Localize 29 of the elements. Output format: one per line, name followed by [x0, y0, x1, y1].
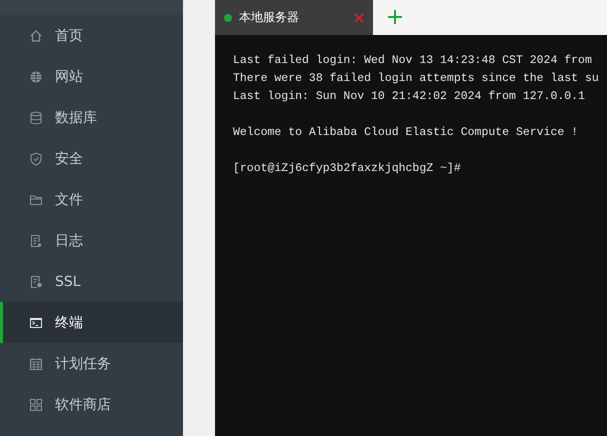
terminal-tab[interactable]: 本地服务器 [215, 0, 373, 35]
sidebar-item[interactable]: 日志 [0, 220, 183, 261]
terminal-line: Welcome to Alibaba Cloud Elastic Compute Service ! [233, 125, 578, 141]
folder-icon [29, 192, 43, 206]
sidebar-item[interactable]: 终端 [0, 302, 183, 343]
calendar-icon [29, 356, 43, 370]
home-icon [29, 28, 43, 42]
sidebar-item[interactable]: 数据库 [0, 97, 183, 138]
database-icon [29, 110, 43, 124]
document-icon [29, 234, 43, 248]
sidebar-item[interactable]: 首页 [0, 15, 183, 56]
sidebar-item[interactable]: 软件商店 [0, 384, 183, 425]
close-icon[interactable] [353, 12, 365, 24]
grid-icon [29, 398, 43, 412]
terminal-line: [root@iZj6cfyp3b2faxzkjqhcbgZ ~]# [233, 161, 461, 177]
terminal-line: There were 38 failed login attempts since the last su [233, 71, 599, 87]
terminal-icon [29, 316, 43, 330]
terminal-line: Last login: Sun Nov 10 21:42:02 2024 from 127.0.0.1 [233, 89, 585, 105]
sidebar-item[interactable]: SSL [0, 261, 183, 302]
sidebar-item[interactable]: 网站 [0, 56, 183, 97]
terminal-line: Last failed login: Wed Nov 13 14:23:48 CST 2024 from [233, 53, 592, 69]
terminal-output[interactable] [215, 35, 607, 436]
certificate-icon [29, 274, 43, 288]
sidebar-item[interactable]: 安全 [0, 138, 183, 179]
sidebar-item[interactable]: 文件 [0, 179, 183, 220]
add-tab-icon[interactable] [387, 9, 403, 25]
sidebar-item[interactable]: 计划任务 [0, 343, 183, 384]
shield-check-icon [29, 152, 43, 166]
globe-icon [29, 70, 43, 84]
